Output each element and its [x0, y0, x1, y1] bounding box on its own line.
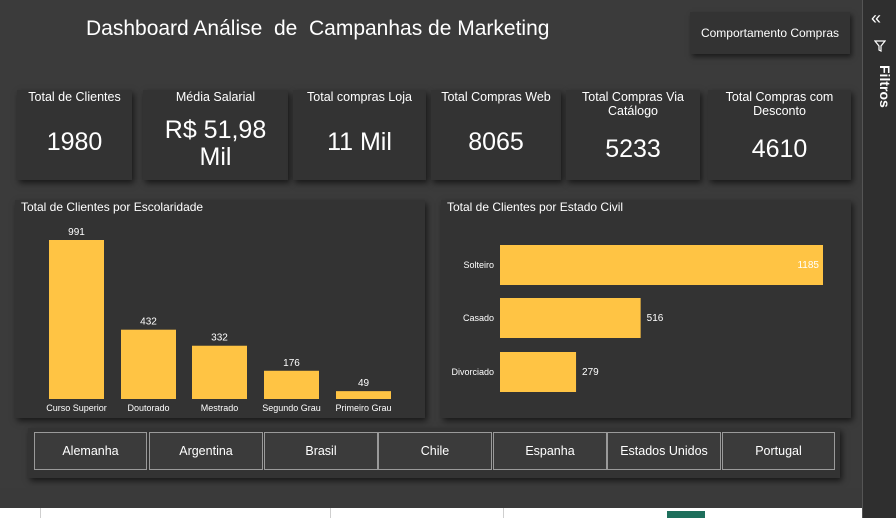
comportamento-compras-button[interactable]: Comportamento Compras: [690, 12, 850, 54]
kpi-card-total-compras-desconto: Total Compras com Desconto 4610: [708, 90, 851, 180]
page-title: Dashboard Análise de Campanhas de Market…: [86, 17, 550, 40]
kpi-label: Total Compras Via Catálogo: [582, 90, 684, 118]
page-scroll-area: [0, 488, 862, 508]
category-label: Divorciado: [451, 367, 494, 377]
kpi-value: 1980: [46, 128, 103, 156]
strip-divider: [503, 508, 504, 518]
page-tabs-strip: [0, 508, 896, 518]
kpi-label: Total compras Loja: [307, 90, 412, 104]
kpi-value: 5233: [605, 135, 661, 163]
kpi-card-total-compras-loja: Total compras Loja 11 Mil: [293, 90, 426, 180]
kpi-card-media-salarial: Média Salarial R$ 51,98 Mil: [143, 90, 288, 180]
country-button-brasil[interactable]: Brasil: [264, 432, 378, 470]
bar: [500, 245, 823, 285]
category-label: Doutorado: [127, 403, 169, 413]
country-button-chile[interactable]: Chile: [378, 432, 492, 470]
data-label: 991: [68, 227, 85, 238]
active-tab-indicator[interactable]: [667, 511, 705, 518]
country-button-estados-unidos[interactable]: Estados Unidos: [607, 432, 721, 470]
category-label: Primeiro Grau: [335, 403, 391, 413]
strip-divider: [40, 508, 41, 518]
report-canvas: Dashboard Análise de Campanhas de Market…: [0, 0, 862, 488]
data-label: 279: [582, 367, 599, 378]
category-label: Casado: [463, 313, 494, 323]
chart-escolaridade-svg: 991 Curso Superior 432 Doutorado 332 Mestrado…: [46, 227, 391, 413]
kpi-card-total-compras-catalogo: Total Compras Via Catálogo 5233: [566, 90, 700, 180]
country-button-espanha[interactable]: Espanha: [493, 432, 607, 470]
data-label: 516: [647, 313, 664, 324]
chart-escolaridade: Total de Clientes por Escolaridade 991 Cu…: [15, 200, 425, 418]
data-label: 49: [358, 378, 370, 389]
country-slicer: Alemanha Argentina Brasil Chile Espanha …: [28, 428, 840, 478]
strip-divider: [330, 508, 331, 518]
filter-icon[interactable]: [874, 40, 886, 52]
kpi-label: Média Salarial: [175, 90, 256, 104]
country-button-portugal[interactable]: Portugal: [722, 432, 835, 470]
kpi-value: 8065: [468, 128, 524, 156]
kpi-card-total-compras-web: Total Compras Web 8065: [431, 90, 561, 180]
bar: [500, 352, 577, 392]
kpi-label: Total Compras com Desconto: [725, 90, 834, 118]
chart-estado-civil: Total de Clientes por Estado Civil Solte…: [441, 200, 851, 418]
data-label: 1185: [797, 260, 819, 271]
bar: [121, 329, 176, 399]
data-label: 332: [211, 333, 228, 344]
filters-panel: « Filtros: [862, 0, 896, 518]
data-label: 432: [140, 317, 157, 328]
bar: [264, 370, 319, 399]
kpi-label: Total de Clientes: [28, 90, 121, 104]
collapse-icon[interactable]: «: [871, 8, 881, 29]
filters-label[interactable]: Filtros: [867, 65, 893, 108]
kpi-value: 11 Mil: [327, 128, 392, 156]
category-label: Mestrado: [201, 403, 239, 413]
bar: [500, 298, 641, 338]
category-label: Curso Superior: [46, 403, 107, 413]
bar: [192, 345, 247, 399]
category-label: Segundo Grau: [262, 403, 321, 413]
kpi-value: R$ 51,98 Mil: [164, 116, 267, 171]
bar: [49, 240, 104, 399]
kpi-value: 4610: [751, 135, 808, 163]
data-label: 176: [283, 358, 300, 369]
country-button-argentina[interactable]: Argentina: [149, 432, 263, 470]
kpi-card-total-clientes: Total de Clientes 1980: [17, 90, 132, 180]
kpi-label: Total Compras Web: [441, 90, 551, 104]
chart-estado-civil-svg: Solteiro 1185 Casado 516 Divorciado 279: [451, 245, 823, 392]
country-button-alemanha[interactable]: Alemanha: [34, 432, 147, 470]
bar: [336, 391, 391, 399]
category-label: Solteiro: [463, 260, 494, 270]
